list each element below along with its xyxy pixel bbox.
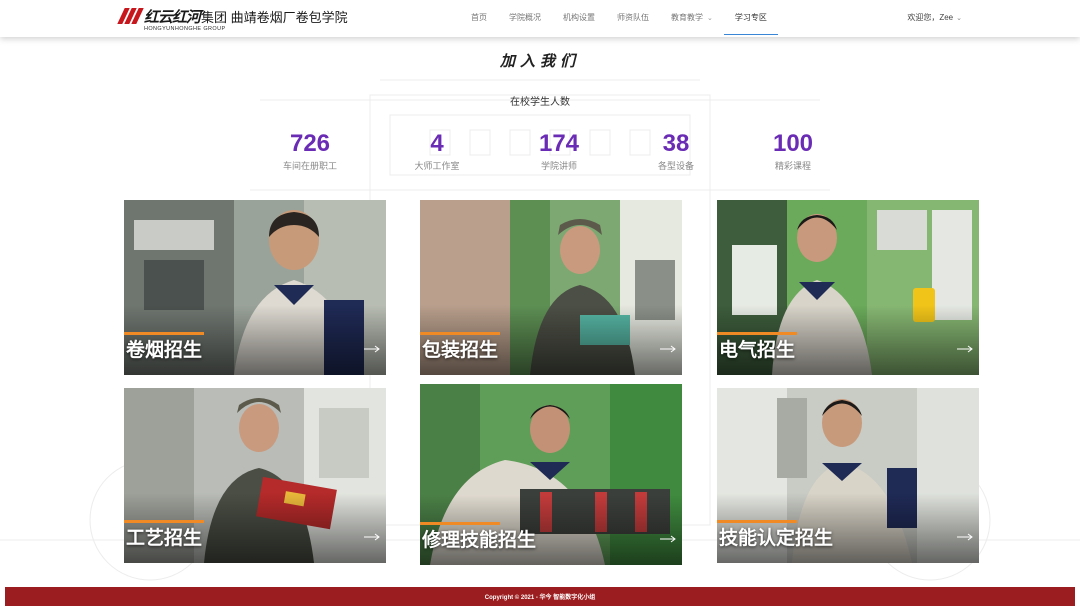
arrow-right-icon — [660, 345, 676, 353]
user-menu[interactable]: 欢迎您，Zee ⌄ — [907, 12, 962, 23]
logo-subtitle: HONGYUNHONGHE GROUP — [144, 26, 226, 32]
copyright-text: Copyright © 2021 - 华今 智能数字化小组 — [484, 595, 596, 601]
nav-label: 学习专区 — [734, 12, 767, 22]
stat-item: 38 各型设备 — [626, 130, 726, 172]
nav-item-teaching[interactable]: 教育教学 ⌄ — [660, 0, 724, 35]
main-nav: 首页 学院概况 机构设置 师资队伍 教育教学 ⌄ 学习专区 — [460, 0, 778, 37]
stat-value: 174 — [538, 130, 580, 157]
students-count-label: 在校学生人数 — [510, 97, 570, 108]
chevron-down-icon: ⌄ — [707, 14, 713, 22]
arrow-right-icon — [364, 345, 380, 353]
card-title: 技能认定招生 — [719, 528, 834, 549]
brand-logo[interactable]: 红云红河 集团 曲靖卷烟厂卷包学院 HONGYUNHONGHE GROUP — [117, 6, 348, 32]
user-greeting: 欢迎您，Zee — [907, 13, 954, 22]
stat-label: 大师工作室 — [414, 161, 460, 171]
stat-value: 726 — [289, 130, 331, 157]
arrow-right-icon — [957, 533, 973, 541]
stat-label: 精彩课程 — [774, 161, 811, 171]
arrow-right-icon — [957, 345, 973, 353]
nav-label: 教育教学 — [671, 13, 703, 22]
chevron-down-icon: ⌄ — [956, 15, 962, 22]
arrow-right-icon — [364, 533, 380, 541]
card-packaging-enrollment[interactable]: 包装招生 — [420, 200, 682, 375]
nav-item-overview[interactable]: 学院概况 — [498, 0, 552, 35]
card-title: 电气招生 — [719, 340, 796, 361]
card-repair-skills-enrollment[interactable]: 修理技能招生 — [420, 384, 682, 565]
stat-item: 4 大师工作室 — [387, 130, 487, 172]
nav-item-organization[interactable]: 机构设置 — [552, 0, 606, 35]
top-header: 红云红河 集团 曲靖卷烟厂卷包学院 HONGYUNHONGHE GROUP 首页… — [0, 0, 1080, 37]
page-title: 加入我们 — [499, 52, 580, 70]
card-process-enrollment[interactable]: 工艺招生 — [124, 388, 386, 563]
logo-script-text: 红云红河 — [144, 8, 201, 26]
card-cigarette-enrollment[interactable]: 卷烟招生 — [124, 200, 386, 375]
nav-label: 首页 — [471, 13, 487, 22]
arrow-right-icon — [660, 535, 676, 543]
stat-label: 学院讲师 — [540, 161, 577, 171]
nav-item-faculty[interactable]: 师资队伍 — [606, 0, 660, 35]
nav-item-home[interactable]: 首页 — [460, 0, 498, 35]
card-electrical-enrollment[interactable]: 电气招生 — [717, 200, 979, 375]
nav-label: 师资队伍 — [617, 13, 649, 22]
stats-row: 726 车间在册职工 4 大师工作室 174 学院讲师 38 各型设备 100 … — [0, 130, 1080, 180]
card-title: 包装招生 — [422, 340, 499, 361]
stat-item: 726 车间在册职工 — [260, 130, 360, 172]
stat-value: 4 — [430, 130, 444, 157]
card-title: 工艺招生 — [126, 528, 203, 549]
stat-value: 100 — [772, 130, 814, 157]
nav-label: 学院概况 — [509, 13, 541, 22]
card-skill-certification-enrollment[interactable]: 技能认定招生 — [717, 388, 979, 563]
card-title: 修理技能招生 — [422, 530, 537, 551]
nav-label: 机构设置 — [563, 13, 595, 22]
nav-item-learning-zone[interactable]: 学习专区 — [723, 0, 778, 35]
stat-value: 38 — [662, 130, 690, 157]
logo-title: 集团 曲靖卷烟厂卷包学院 — [201, 10, 348, 25]
stat-item: 174 学院讲师 — [509, 130, 609, 172]
stat-label: 各型设备 — [657, 161, 694, 171]
stat-label: 车间在册职工 — [282, 161, 337, 171]
stat-item: 100 精彩课程 — [743, 130, 843, 172]
logo-mark-icon — [117, 8, 144, 24]
page-footer: Copyright © 2021 - 华今 智能数字化小组 — [5, 587, 1075, 606]
card-title: 卷烟招生 — [126, 340, 203, 361]
